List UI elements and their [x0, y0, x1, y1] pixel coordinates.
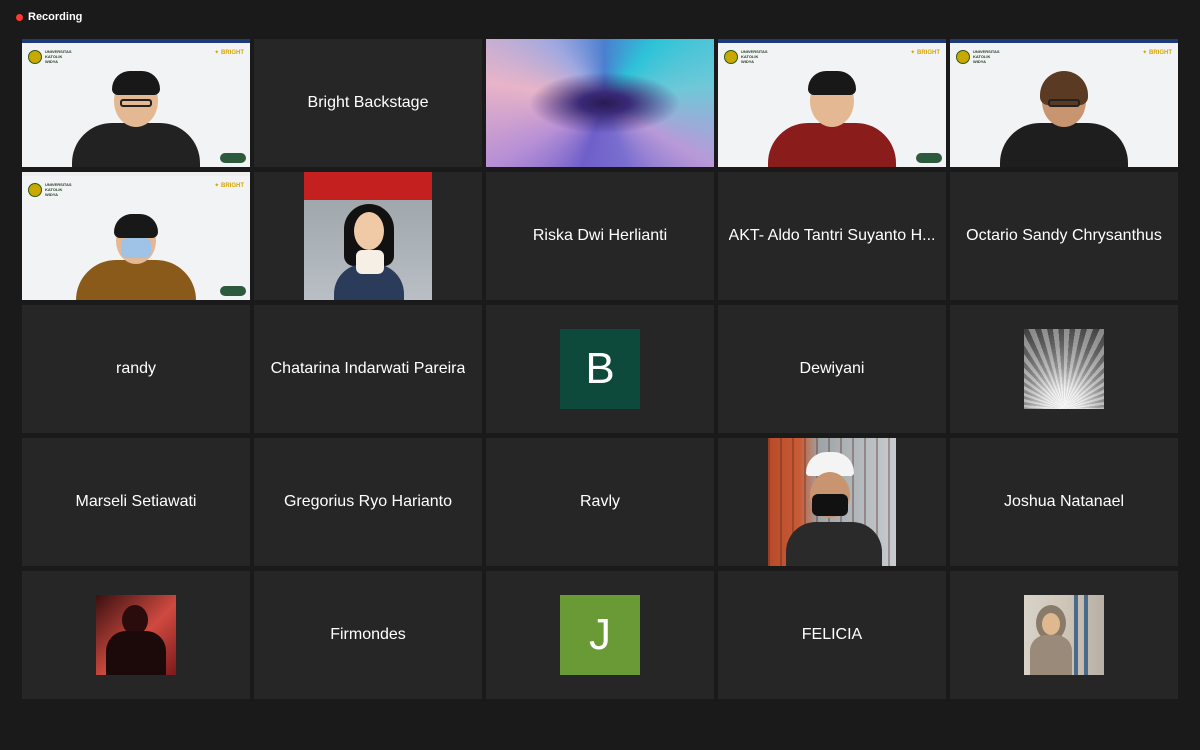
participant-tile[interactable]: J: [486, 571, 714, 699]
participant-tile-active-speaker[interactable]: UNIVERSITAS KATOLIK WIDYA ✦ BRIGHT: [22, 39, 250, 167]
participant-tile[interactable]: randy: [22, 305, 250, 433]
participant-name: Joshua Natanael: [1003, 493, 1125, 510]
participant-tile[interactable]: Ravly: [486, 438, 714, 566]
red-light-profile-photo-icon: [96, 595, 176, 675]
participant-name: Chatarina Indarwati Pareira: [270, 360, 466, 377]
hijab-profile-photo-icon: [1024, 595, 1104, 675]
participant-tile[interactable]: Dewiyani: [718, 305, 946, 433]
participant-tile[interactable]: [486, 39, 714, 167]
participant-name: Firmondes: [330, 626, 406, 643]
profile-photo-icon: [304, 172, 432, 300]
participant-name: Bright Backstage: [307, 94, 429, 111]
speaker-video-icon: UNIVERSITAS KATOLIK WIDYA ✦ BRIGHT: [22, 39, 250, 167]
hardhat-profile-photo-icon: [768, 438, 896, 566]
meeting-top-bar: Recording: [0, 0, 1200, 34]
participant-tile[interactable]: Joshua Natanael: [950, 438, 1178, 566]
letter-avatar: J: [560, 595, 640, 675]
participant-name: FELICIA: [801, 626, 863, 643]
participant-name: AKT- Aldo Tantri Suyanto H...: [728, 227, 936, 244]
participant-tile[interactable]: Chatarina Indarwati Pareira: [254, 305, 482, 433]
participant-tile[interactable]: AKT- Aldo Tantri Suyanto H...: [718, 172, 946, 300]
participant-tile[interactable]: UNIVERSITAS KATOLIK WIDYA ✦ BRIGHT: [950, 39, 1178, 167]
participant-tile[interactable]: B: [486, 305, 714, 433]
participant-tile[interactable]: UNIVERSITAS KATOLIK WIDYA ✦ BRIGHT: [22, 172, 250, 300]
peacock-photo-icon: [1024, 329, 1104, 409]
participant-name: Octario Sandy Chrysanthus: [966, 227, 1162, 244]
participant-tile[interactable]: Riska Dwi Herlianti: [486, 172, 714, 300]
avatar-letter: J: [589, 610, 611, 659]
participant-tile[interactable]: FELICIA: [718, 571, 946, 699]
participant-name: Riska Dwi Herlianti: [532, 227, 668, 244]
participant-tile[interactable]: [950, 305, 1178, 433]
avatar-letter: B: [585, 344, 615, 393]
recording-label: Recording: [28, 11, 83, 23]
participant-tile[interactable]: Bright Backstage: [254, 39, 482, 167]
participant-name: Gregorius Ryo Harianto: [283, 493, 453, 510]
participant-tile[interactable]: [254, 172, 482, 300]
participant-name: Ravly: [579, 493, 620, 510]
participant-video-masked-icon: UNIVERSITAS KATOLIK WIDYA ✦ BRIGHT: [22, 172, 250, 300]
participant-name: randy: [115, 360, 157, 377]
record-dot-icon: [16, 13, 23, 21]
participant-tile[interactable]: [718, 438, 946, 566]
participant-name: Marseli Setiawati: [75, 493, 197, 510]
participant-tile[interactable]: UNIVERSITAS KATOLIK WIDYA ✦ BRIGHT: [718, 39, 946, 167]
participant-video-icon: UNIVERSITAS KATOLIK WIDYA ✦ BRIGHT: [950, 39, 1178, 167]
participant-video-icon: UNIVERSITAS KATOLIK WIDYA ✦ BRIGHT: [718, 39, 946, 167]
recording-indicator[interactable]: Recording: [16, 11, 82, 23]
participant-tile[interactable]: [22, 571, 250, 699]
participant-tile[interactable]: Octario Sandy Chrysanthus: [950, 172, 1178, 300]
participant-tile[interactable]: Firmondes: [254, 571, 482, 699]
participant-tile[interactable]: [950, 571, 1178, 699]
abstract-gradient-icon: [486, 39, 714, 167]
gallery-view-grid: UNIVERSITAS KATOLIK WIDYA ✦ BRIGHT Bright …: [22, 39, 1178, 700]
participant-tile[interactable]: Gregorius Ryo Harianto: [254, 438, 482, 566]
participant-tile[interactable]: Marseli Setiawati: [22, 438, 250, 566]
participant-name: Dewiyani: [799, 360, 865, 377]
letter-avatar: B: [560, 329, 640, 409]
